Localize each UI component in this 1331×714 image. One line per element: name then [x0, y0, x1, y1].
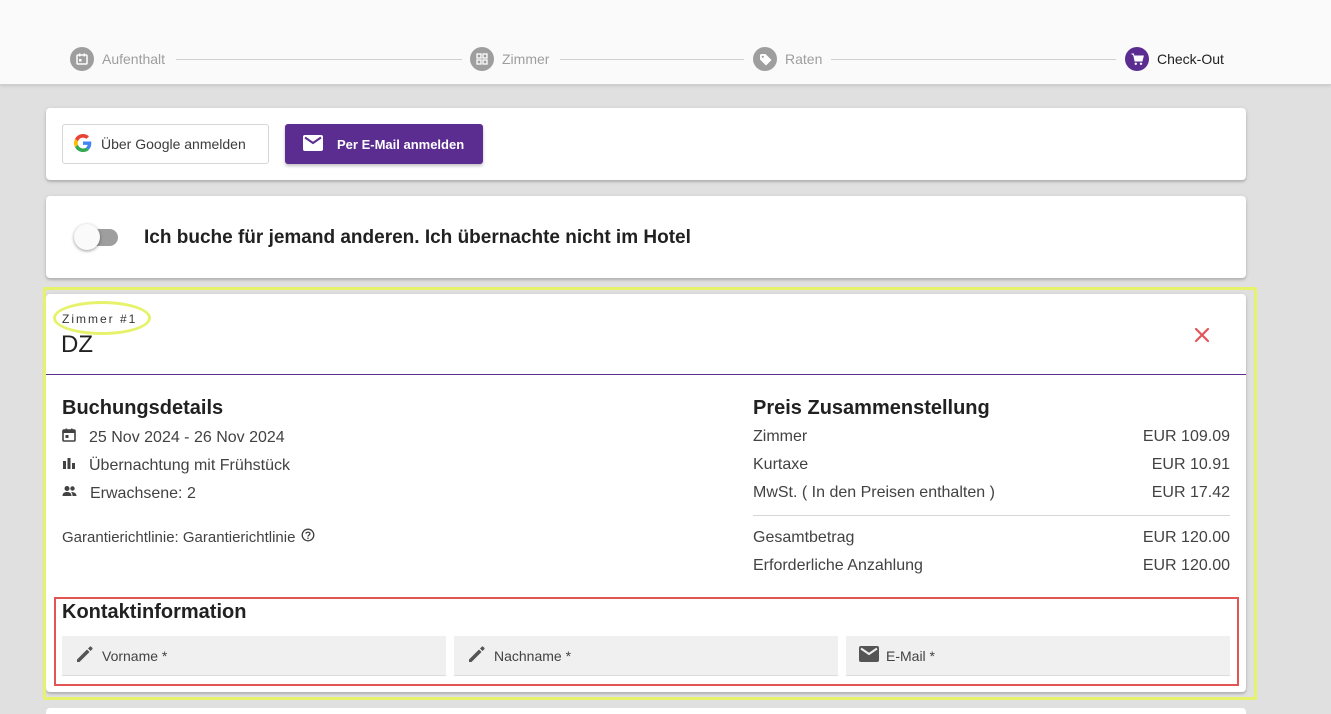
login-card: Über Google anmelden Per E-Mail anmelden [46, 108, 1246, 180]
next-card [46, 708, 1246, 714]
stepper-connector [831, 59, 1116, 60]
step-label: Zimmer [502, 51, 550, 67]
step-label: Check-Out [1157, 51, 1224, 67]
booking-for-other-card: Ich buche für jemand anderen. Ich überna… [46, 196, 1246, 278]
stepper-connector [176, 59, 462, 60]
google-login-label: Über Google anmelden [101, 136, 246, 152]
step-check-out[interactable]: Check-Out [1125, 47, 1224, 71]
step-zimmer[interactable]: Zimmer [470, 47, 549, 71]
google-icon [74, 133, 92, 155]
calendar-icon [70, 47, 94, 71]
mail-icon [303, 134, 323, 154]
google-login-button[interactable]: Über Google anmelden [62, 124, 269, 164]
email-login-label: Per E-Mail anmelden [337, 136, 465, 152]
step-raten[interactable]: Raten [753, 47, 822, 71]
room-highlight-box [43, 287, 1257, 700]
toggle-knob[interactable] [74, 224, 100, 250]
booking-for-other-label: Ich buche für jemand anderen. Ich überna… [144, 227, 691, 248]
stepper-connector [560, 59, 744, 60]
checkout-stepper: Aufenthalt Zimmer Raten Check-Out [0, 0, 1331, 85]
step-label: Raten [785, 51, 823, 67]
email-login-button[interactable]: Per E-Mail anmelden [285, 124, 483, 164]
tag-icon [753, 47, 777, 71]
step-label: Aufenthalt [102, 51, 166, 67]
step-aufenthalt[interactable]: Aufenthalt [70, 47, 165, 71]
cart-icon [1125, 47, 1149, 71]
grid-icon [470, 47, 494, 71]
